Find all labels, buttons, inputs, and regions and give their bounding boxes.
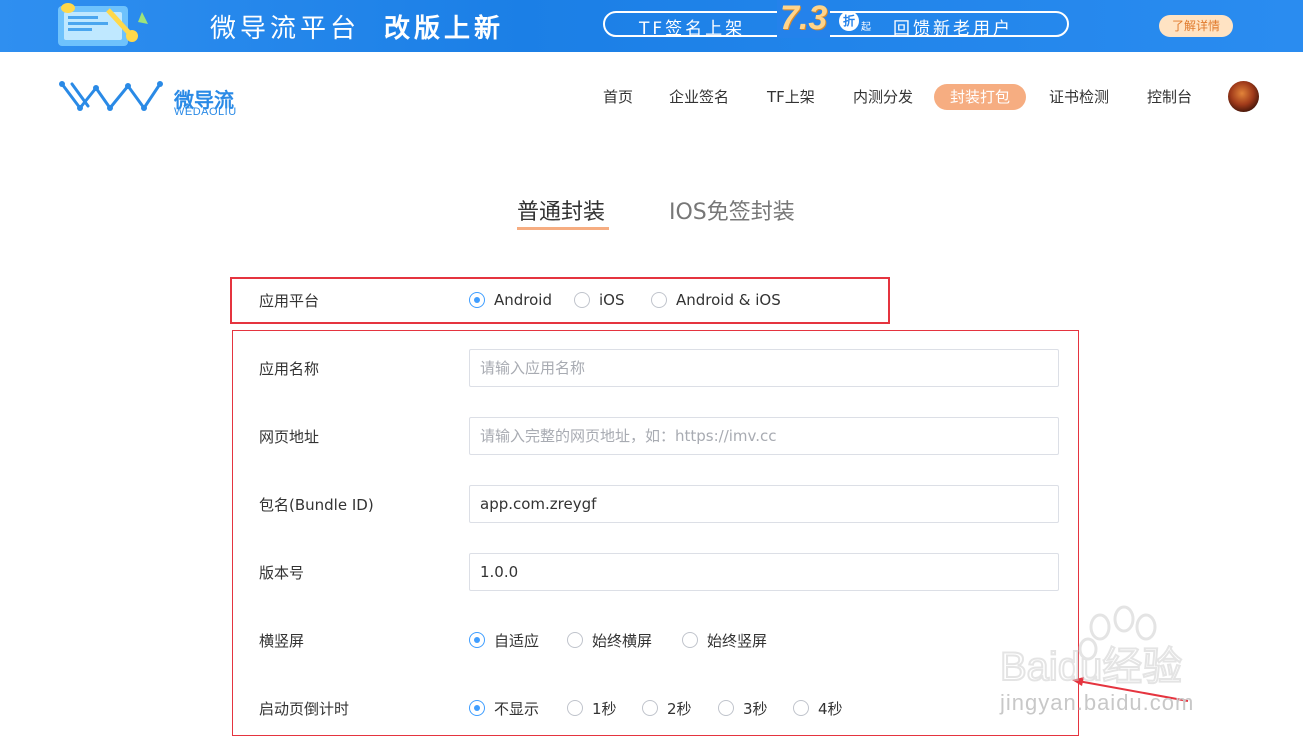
promo-left-text: TF签名上架 xyxy=(639,19,746,39)
radio-label: Android xyxy=(494,291,552,309)
splash-radio-4s[interactable]: 4秒 xyxy=(793,698,843,718)
radio-checked-icon xyxy=(469,292,485,308)
app-name-input[interactable] xyxy=(469,349,1059,387)
nav-tf-launch[interactable]: TF上架 xyxy=(767,84,815,110)
radio-icon xyxy=(793,700,809,716)
platform-radio-android[interactable]: Android xyxy=(469,290,552,310)
promo-discount: 7.3 xyxy=(777,0,831,38)
version-input[interactable] xyxy=(469,553,1059,591)
radio-label: 4秒 xyxy=(818,699,843,718)
radio-label: 3秒 xyxy=(743,699,768,718)
detail-button[interactable]: 了解详情 xyxy=(1159,15,1233,37)
promo-pill: TF签名上架 7.3 折 起 回馈新老用户 xyxy=(603,0,1069,39)
promo-banner[interactable]: 微导流平台 改版上新 TF签名上架 7.3 折 起 回馈新老用户 了解详情 xyxy=(0,0,1303,52)
radio-label: 1秒 xyxy=(592,699,617,718)
orientation-radio-portrait[interactable]: 始终竖屏 xyxy=(682,630,767,650)
banner-subtitle: 改版上新 xyxy=(384,14,505,44)
radio-label: Android & iOS xyxy=(676,291,781,309)
platform-radio-both[interactable]: Android & iOS xyxy=(651,290,781,310)
promo-qi: 起 xyxy=(861,22,871,33)
radio-checked-icon xyxy=(469,700,485,716)
splash-radio-none[interactable]: 不显示 xyxy=(469,698,539,718)
platform-label: 应用平台 xyxy=(259,292,320,310)
radio-checked-icon xyxy=(469,632,485,648)
radio-icon xyxy=(651,292,667,308)
nav-beta-distribution[interactable]: 内测分发 xyxy=(853,84,913,110)
logo-subname: WEDAOLIU xyxy=(174,106,237,118)
nav-home[interactable]: 首页 xyxy=(603,84,633,110)
radio-label: 不显示 xyxy=(494,699,540,718)
web-url-label: 网页地址 xyxy=(259,428,320,446)
orientation-radio-auto[interactable]: 自适应 xyxy=(469,630,539,650)
splash-radio-1s[interactable]: 1秒 xyxy=(567,698,617,718)
tab-normal-package[interactable]: 普通封装 xyxy=(517,194,605,226)
nav-package[interactable]: 封装打包 xyxy=(934,84,1027,110)
bundle-id-input[interactable] xyxy=(469,485,1059,523)
radio-label: 始终横屏 xyxy=(592,631,653,650)
annotation-box-form xyxy=(232,330,1079,736)
radio-icon xyxy=(567,632,583,648)
platform-radio-ios[interactable]: iOS xyxy=(574,290,625,310)
radio-label: iOS xyxy=(599,291,625,309)
app-name-label: 应用名称 xyxy=(259,360,320,378)
orientation-label: 横竖屏 xyxy=(259,632,305,650)
nav-cert-check[interactable]: 证书检测 xyxy=(1049,84,1109,110)
nav-enterprise-sign[interactable]: 企业签名 xyxy=(669,84,729,110)
annotation-box-platform xyxy=(230,277,890,324)
avatar[interactable] xyxy=(1228,81,1259,112)
radio-label: 2秒 xyxy=(667,699,692,718)
tab-ios-free-package[interactable]: IOS免签封装 xyxy=(669,194,795,226)
radio-icon xyxy=(574,292,590,308)
radio-label: 自适应 xyxy=(494,631,540,650)
watermark-url: jingyan.baidu.com xyxy=(1000,690,1195,715)
promo-illustration-icon xyxy=(58,3,148,46)
splash-radio-3s[interactable]: 3秒 xyxy=(718,698,768,718)
bundle-id-label: 包名(Bundle ID) xyxy=(259,496,374,514)
radio-icon xyxy=(642,700,658,716)
tab-active-indicator xyxy=(517,227,609,230)
web-url-input[interactable] xyxy=(469,417,1059,455)
radio-icon xyxy=(567,700,583,716)
promo-zhe: 折 xyxy=(839,11,859,31)
banner-title: 微导流平台 xyxy=(210,14,361,44)
watermark-brand: Baidu经验 xyxy=(1000,645,1182,689)
orientation-radio-landscape[interactable]: 始终横屏 xyxy=(567,630,652,650)
splash-radio-2s[interactable]: 2秒 xyxy=(642,698,692,718)
logo-icon[interactable] xyxy=(58,78,164,118)
splash-timer-label: 启动页倒计时 xyxy=(259,700,350,718)
promo-right-text: 回馈新老用户 xyxy=(893,19,1013,39)
version-label: 版本号 xyxy=(259,564,305,582)
radio-label: 始终竖屏 xyxy=(707,631,768,650)
nav-console[interactable]: 控制台 xyxy=(1147,84,1192,110)
radio-icon xyxy=(718,700,734,716)
radio-icon xyxy=(682,632,698,648)
